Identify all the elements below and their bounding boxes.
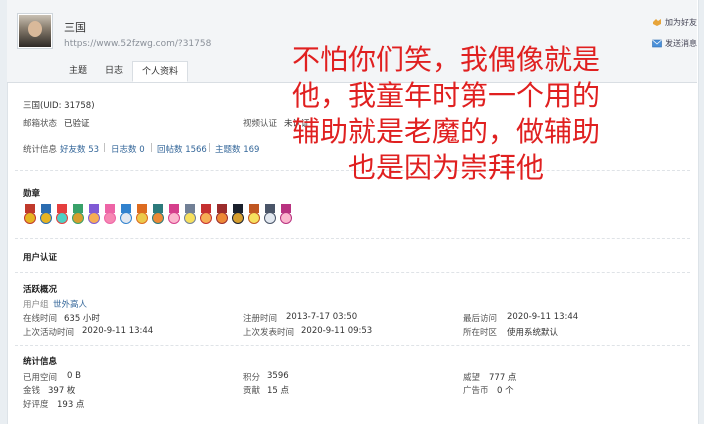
overlay-line: 不怕你们笑，我偶像就是 xyxy=(291,43,600,76)
medal-coin xyxy=(200,212,212,224)
stats-summary-label: 统计信息 xyxy=(23,145,58,155)
medal-coin xyxy=(232,212,244,224)
add-friend-label: 加为好友 xyxy=(665,18,697,27)
medal-coin xyxy=(24,212,36,224)
last-post-label: 上次发表时间 xyxy=(243,328,295,338)
profile-tabs: 主题 日志 个人资料 xyxy=(60,61,189,82)
section-divider xyxy=(15,238,690,239)
medal-icon[interactable] xyxy=(87,204,101,226)
profile-username: 三国 xyxy=(64,21,86,34)
contribution-value: 15 点 xyxy=(267,386,290,396)
medal-icon[interactable] xyxy=(215,204,229,226)
overlay-line: 他，我童年时第一个用的 xyxy=(291,79,600,112)
user-auth-title: 用户认证 xyxy=(23,253,58,263)
avatar-image xyxy=(19,15,51,47)
last-active-value: 2020-9-11 13:44 xyxy=(82,326,154,336)
medals-title: 勋章 xyxy=(23,189,41,199)
rating-value: 193 点 xyxy=(57,400,85,410)
email-status-value: 已验证 xyxy=(64,119,90,129)
tab-profile[interactable]: 个人资料 xyxy=(132,61,189,82)
medal-coin xyxy=(120,212,132,224)
replies-count-link[interactable]: 回帖数 1566 xyxy=(157,143,207,155)
medal-icon[interactable] xyxy=(279,204,293,226)
medal-coin xyxy=(136,212,148,224)
overlay-annotation: 不怕你们笑，我偶像就是 他，我童年时第一个用的 辅助就是老魔的，做辅助 也是因为… xyxy=(246,42,646,186)
add-friend-button[interactable]: 加为好友 xyxy=(652,17,697,28)
medal-coin xyxy=(280,212,292,224)
send-message-button[interactable]: 发送消息 xyxy=(652,38,697,49)
stats-title: 统计信息 xyxy=(23,357,58,367)
section-divider xyxy=(15,345,690,346)
rating-label: 好评度 xyxy=(23,400,49,410)
reg-time-value: 2013-7-17 03:50 xyxy=(286,312,358,322)
overlay-line: 辅助就是老魔的，做辅助 xyxy=(291,115,600,148)
medal-list xyxy=(23,204,293,226)
medal-coin xyxy=(40,212,52,224)
medal-coin xyxy=(184,212,196,224)
medal-icon[interactable] xyxy=(23,204,37,226)
medal-coin xyxy=(264,212,276,224)
space-label: 已用空间 xyxy=(23,373,58,383)
reg-time-label: 注册时间 xyxy=(243,314,278,324)
medal-coin xyxy=(248,212,260,224)
ad-coin-value: 0 个 xyxy=(497,386,514,396)
last-post-value: 2020-9-11 09:53 xyxy=(301,326,373,336)
medal-icon[interactable] xyxy=(231,204,245,226)
medal-coin xyxy=(56,212,68,224)
section-divider xyxy=(15,272,690,273)
envelope-icon xyxy=(652,39,662,48)
contribution-label: 贡献 xyxy=(243,386,261,396)
last-active-label: 上次活动时间 xyxy=(23,328,75,338)
handshake-icon xyxy=(653,19,661,26)
timezone-value: 使用系统默认 xyxy=(507,328,559,338)
medal-icon[interactable] xyxy=(167,204,181,226)
online-time-label: 在线时间 xyxy=(23,314,58,324)
medal-icon[interactable] xyxy=(119,204,133,226)
divider: | xyxy=(150,143,153,153)
medal-icon[interactable] xyxy=(247,204,261,226)
logs-count-link[interactable]: 日志数 0 xyxy=(111,143,145,155)
medal-icon[interactable] xyxy=(263,204,277,226)
friends-count-link[interactable]: 好友数 53 xyxy=(60,143,99,155)
medal-icon[interactable] xyxy=(135,204,149,226)
name-uid: 三国(UID: 31758) xyxy=(23,101,95,111)
last-visit-value: 2020-9-11 13:44 xyxy=(507,312,579,322)
medal-icon[interactable] xyxy=(55,204,69,226)
medal-icon[interactable] xyxy=(151,204,165,226)
tab-threads[interactable]: 主题 xyxy=(60,61,96,82)
money-value: 397 枚 xyxy=(48,386,76,396)
overlay-line: 也是因为崇拜他 xyxy=(347,151,544,184)
ad-coin-label: 广告币 xyxy=(463,386,489,396)
money-label: 金钱 xyxy=(23,386,41,396)
medal-icon[interactable] xyxy=(103,204,117,226)
avatar[interactable] xyxy=(17,13,53,49)
medal-coin xyxy=(88,212,100,224)
user-group-link[interactable]: 世外高人 xyxy=(53,298,87,310)
user-group-label: 用户组 xyxy=(23,300,49,310)
timezone-label: 所在时区 xyxy=(463,328,498,338)
send-message-label: 发送消息 xyxy=(665,39,697,48)
online-time-value: 635 小时 xyxy=(64,314,100,324)
last-visit-label: 最后访问 xyxy=(463,314,498,324)
divider: | xyxy=(103,143,106,153)
space-value: 0 B xyxy=(67,371,81,381)
medal-icon[interactable] xyxy=(39,204,53,226)
medal-icon[interactable] xyxy=(183,204,197,226)
points-value: 3596 xyxy=(267,371,289,381)
medal-coin xyxy=(72,212,84,224)
profile-url[interactable]: https://www.52fzwg.com/?31758 xyxy=(64,39,211,49)
medal-icon[interactable] xyxy=(199,204,213,226)
prestige-label: 威望 xyxy=(463,373,481,383)
medal-coin xyxy=(152,212,164,224)
activity-title: 活跃概况 xyxy=(23,285,58,295)
prestige-value: 777 点 xyxy=(489,373,517,383)
points-label: 积分 xyxy=(243,373,261,383)
email-status-label: 邮箱状态 xyxy=(23,119,58,129)
medal-coin xyxy=(168,212,180,224)
divider: | xyxy=(208,143,211,153)
tab-logs[interactable]: 日志 xyxy=(96,61,132,82)
medal-coin xyxy=(216,212,228,224)
medal-coin xyxy=(104,212,116,224)
medal-icon[interactable] xyxy=(71,204,85,226)
